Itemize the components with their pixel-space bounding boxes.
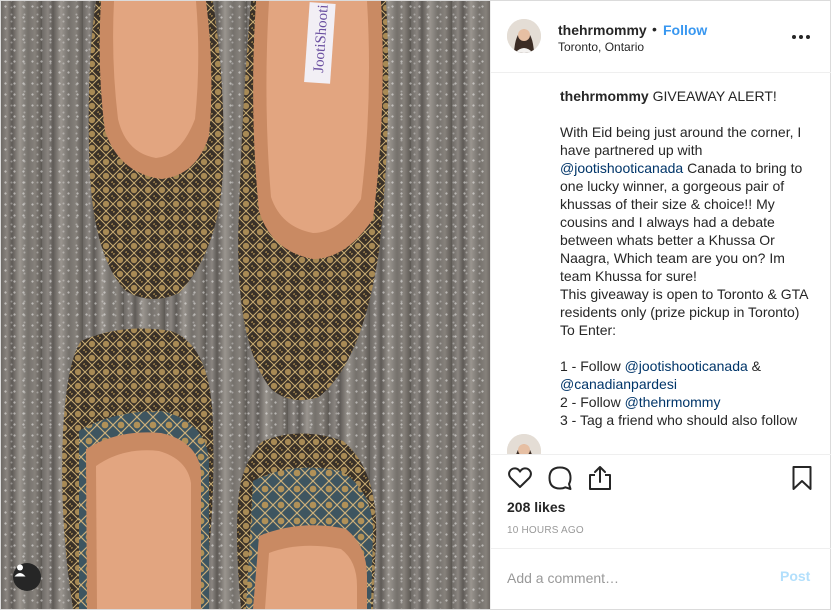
mention-link[interactable]: @jootishooticanada (625, 358, 748, 374)
avatar-image (507, 434, 541, 454)
post-caption: thehrmommy GIVEAWAY ALERT! With Eid bein… (560, 87, 818, 429)
user-tag-button[interactable] (13, 563, 41, 591)
khussa-shoes-illustration: JootiShooti (62, 1, 389, 609)
comment-avatar[interactable] (507, 434, 541, 454)
mention-link[interactable]: @canadianpardesi (560, 376, 677, 392)
user-tag-icon (14, 564, 26, 577)
more-options-icon[interactable] (792, 29, 810, 45)
author-avatar[interactable] (507, 19, 541, 53)
post-header: thehrmommy • Follow Toronto, Ontario (491, 1, 831, 73)
post-photo[interactable]: JootiShooti (1, 1, 490, 609)
post-timestamp[interactable]: 10 HOURS AGO (507, 525, 584, 536)
comment-icon[interactable] (547, 465, 573, 491)
mention-link[interactable]: @thehrmommy (625, 394, 721, 410)
caption-text-4: 2 - Follow (560, 394, 621, 410)
mention-link[interactable]: @jootishooticanada (560, 160, 683, 176)
comment-input[interactable] (507, 567, 767, 589)
avatar-image (507, 19, 541, 53)
caption-text-5: 3 - Tag a friend who should also follow (560, 412, 798, 428)
action-bar (491, 454, 831, 500)
separator-dot: • (652, 21, 657, 37)
share-icon[interactable] (587, 465, 613, 491)
likes-count[interactable]: 208 likes (507, 499, 565, 515)
follow-button[interactable]: Follow (663, 22, 707, 38)
caption-text-2: Canada to bring to one lucky winner, a g… (560, 160, 808, 374)
post-location[interactable]: Toronto, Ontario (558, 40, 644, 54)
author-username[interactable]: thehrmommy (558, 22, 647, 38)
post-dialog: JootiShooti thehrmommy • Follow Toronto,… (0, 0, 831, 610)
heart-icon[interactable] (507, 465, 533, 491)
comments-list[interactable]: thehrmommy GIVEAWAY ALERT! With Eid bein… (491, 74, 831, 454)
post-side-panel: thehrmommy • Follow Toronto, Ontario the… (490, 1, 831, 609)
caption-text-3: & (751, 358, 761, 374)
caption-username[interactable]: thehrmommy (560, 88, 649, 104)
post-comment-button[interactable]: Post (780, 568, 810, 584)
bookmark-icon[interactable] (789, 465, 815, 491)
comment-composer: Post (491, 548, 831, 609)
